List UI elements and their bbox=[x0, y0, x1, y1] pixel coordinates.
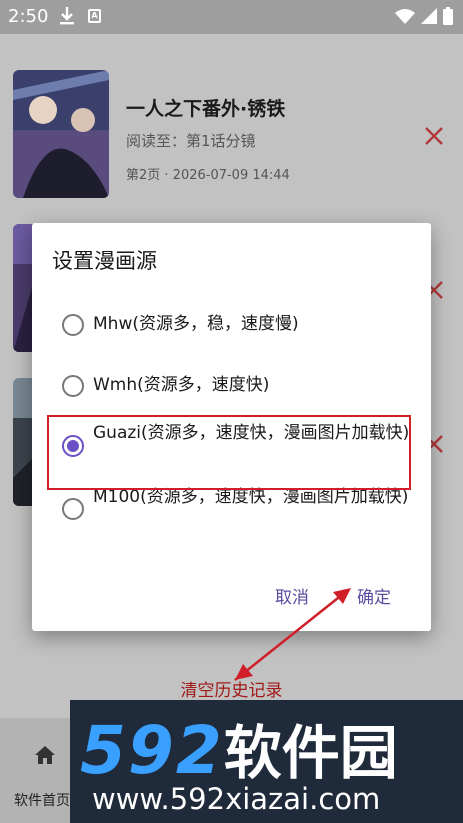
watermark-url: www.592xiazai.com bbox=[92, 782, 381, 816]
watermark-logo: 592软件园 www.592xiazai.com bbox=[70, 700, 463, 823]
watermark-number: 592 bbox=[80, 712, 224, 789]
watermark-brand: 592软件园 bbox=[80, 706, 398, 790]
signal-icon bbox=[421, 8, 437, 24]
radio-unchecked-icon[interactable] bbox=[62, 498, 84, 520]
nav-home-label[interactable]: 软件首页 bbox=[14, 790, 70, 810]
source-option-wmh[interactable]: Wmh(资源多，速度快) bbox=[62, 372, 412, 402]
home-icon[interactable] bbox=[34, 744, 56, 766]
read-meta: 第2页 · 2026-07-09 14:44 bbox=[126, 168, 290, 183]
battery-icon bbox=[443, 7, 453, 25]
comic-title: 一人之下番外·锈铁 bbox=[126, 98, 286, 120]
status-bar: 2:50 A bbox=[0, 0, 463, 34]
history-item[interactable]: 一人之下番外·锈铁 阅读至：第1话分镜 第2页 · 2026-07-09 14:… bbox=[0, 70, 463, 220]
source-option-mhw[interactable]: Mhw(资源多，稳，速度慢) bbox=[62, 311, 412, 341]
read-progress: 阅读至：第1话分镜 bbox=[126, 132, 256, 150]
status-time: 2:50 bbox=[8, 6, 49, 27]
a-badge-icon: A bbox=[88, 9, 101, 23]
annotation-arrow-icon bbox=[234, 588, 351, 681]
radio-unchecked-icon[interactable] bbox=[62, 314, 84, 336]
radio-unchecked-icon[interactable] bbox=[62, 375, 84, 397]
wifi-icon bbox=[395, 9, 415, 24]
watermark-cn: 软件园 bbox=[223, 719, 398, 787]
dialog-title: 设置漫画源 bbox=[52, 249, 157, 273]
comic-cover[interactable] bbox=[13, 70, 109, 198]
source-option-m100[interactable]: M100(资源多，速度快，漫画图片加载快) bbox=[62, 484, 412, 538]
option-label: Mhw(资源多，稳，速度慢) bbox=[93, 314, 299, 334]
download-icon bbox=[60, 7, 74, 25]
highlight-box bbox=[47, 415, 411, 490]
option-label: Wmh(资源多，速度快) bbox=[93, 375, 270, 395]
delete-icon[interactable] bbox=[422, 124, 446, 148]
